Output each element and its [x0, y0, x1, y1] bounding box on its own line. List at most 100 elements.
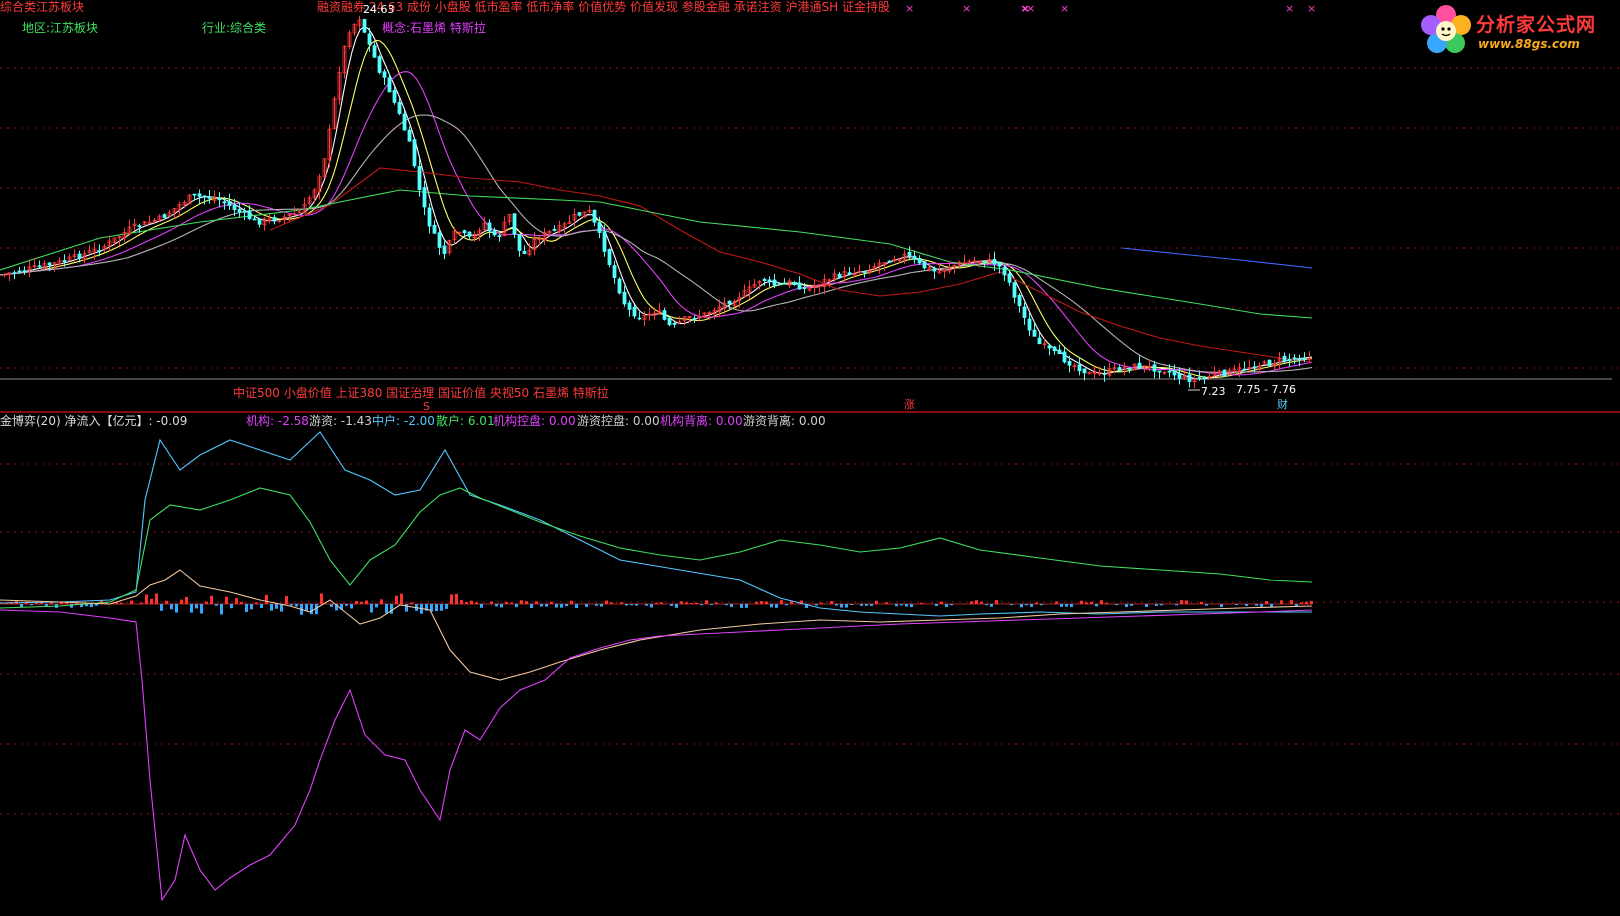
inflow-bar [405, 604, 408, 612]
candle-body [692, 317, 697, 320]
inflow-bar [130, 600, 133, 604]
indicator-grid [0, 463, 1620, 815]
inflow-bar [505, 601, 508, 604]
candle-body [1297, 358, 1302, 361]
legend-hot-money-divergence: 游资背离: 0.00 [743, 414, 826, 428]
window-close-button[interactable]: × [1285, 2, 1294, 15]
inflow-bar [905, 604, 908, 607]
ma60-line [0, 189, 1313, 319]
inflow-bar [1025, 604, 1028, 606]
candle-body [617, 278, 622, 294]
candle-body [407, 129, 412, 142]
inflow-bar [510, 602, 513, 604]
candle-body [12, 272, 17, 275]
candle-body [97, 250, 102, 252]
candle-body [1282, 355, 1287, 361]
index-membership-tags: 中证500 小盘价值 上证380 国证治理 国证价值 央视50 石墨烯 特斯拉 [233, 386, 609, 400]
candle-body [837, 273, 842, 278]
candle-body [222, 201, 227, 204]
window-close-button[interactable]: × [905, 2, 914, 15]
inflow-bar [740, 604, 743, 608]
candle-body [377, 56, 382, 73]
window-close-button[interactable]: × [962, 2, 971, 15]
inflow-bar [320, 593, 323, 604]
signal-marker-up[interactable]: 涨 [904, 399, 915, 411]
candle-body [1052, 346, 1057, 352]
window-close-button[interactable]: × [1060, 2, 1069, 15]
inflow-bar [95, 604, 98, 606]
inflow-bar [970, 601, 973, 604]
inflow-bar [1125, 604, 1128, 607]
inflow-bar [675, 604, 678, 608]
candle-body [362, 19, 367, 33]
inflow-bar [155, 593, 158, 604]
candle-body [727, 300, 732, 305]
inflow-bar [525, 601, 528, 604]
inflow-bar [250, 604, 253, 610]
inflow-bar [400, 593, 403, 604]
inflow-bar [625, 604, 628, 606]
legend-hot-money: 游资: -1.43 [309, 414, 372, 428]
inflow-bar [885, 602, 888, 604]
candle-body [1007, 273, 1012, 283]
inflow-bar [635, 604, 638, 606]
inflow-bar [770, 604, 773, 608]
inflow-bar [180, 599, 183, 604]
inflow-bar [450, 594, 453, 604]
inflow-bar [120, 602, 123, 604]
candle-body [1137, 362, 1142, 369]
candle-body [602, 231, 607, 252]
sector-title: 综合类江苏板块 [0, 0, 85, 14]
inflow-bar [520, 600, 523, 604]
inflow-bar [150, 598, 153, 604]
candle-body [1267, 359, 1272, 366]
logo-title: 分析家公式网 [1476, 14, 1597, 36]
inflow-bar [235, 598, 238, 604]
candle-body [912, 255, 917, 260]
candle-body [137, 225, 142, 228]
signal-marker-s[interactable]: S [423, 401, 430, 413]
candle-body [592, 209, 597, 223]
candle-body [62, 260, 67, 263]
inflow-bar [30, 604, 33, 606]
candle-body [1152, 364, 1157, 372]
candle-body [192, 193, 197, 196]
candle-body [1082, 368, 1087, 374]
candle-body [932, 268, 937, 272]
inflow-bar [225, 596, 228, 604]
inflow-bar [830, 601, 833, 604]
inflow-bar [710, 604, 713, 605]
region-label: 地区:江苏板块 [22, 21, 99, 35]
candle-body [607, 249, 612, 266]
inflow-bar [775, 604, 778, 608]
inflow-bar [985, 604, 988, 606]
retail-line [0, 487, 1313, 609]
inflow-bar [995, 600, 998, 604]
inflow-bar [360, 601, 363, 604]
candle-body [252, 218, 257, 221]
institution-line [0, 609, 1313, 902]
inflow-bar [1035, 602, 1038, 604]
candle-body [22, 270, 27, 273]
inflow-bar [385, 604, 388, 614]
inflow-bar [285, 596, 288, 604]
site-logo[interactable]: 分析家公式网 www.88gs.com [1420, 4, 1616, 56]
candle-body [1102, 373, 1107, 375]
candle-body [622, 291, 627, 305]
window-close-button[interactable]: × [1307, 2, 1316, 15]
window-close-button[interactable]: × [1026, 2, 1035, 15]
stock-chart-canvas[interactable] [0, 0, 1620, 916]
candle-body [272, 217, 277, 222]
price-low-label: 7.23 [1201, 385, 1226, 398]
inflow-bar [1090, 601, 1093, 604]
signal-marker-finance[interactable]: 财 [1277, 399, 1288, 411]
candle-body [402, 113, 407, 131]
inflow-bar [215, 604, 218, 606]
candle-body [1002, 267, 1007, 276]
inflow-bar [1185, 600, 1188, 604]
candle-body [802, 287, 807, 290]
inflow-bar [945, 604, 948, 607]
inflow-bar [935, 604, 938, 606]
inflow-bar [595, 604, 598, 606]
inflow-bar [345, 604, 348, 606]
